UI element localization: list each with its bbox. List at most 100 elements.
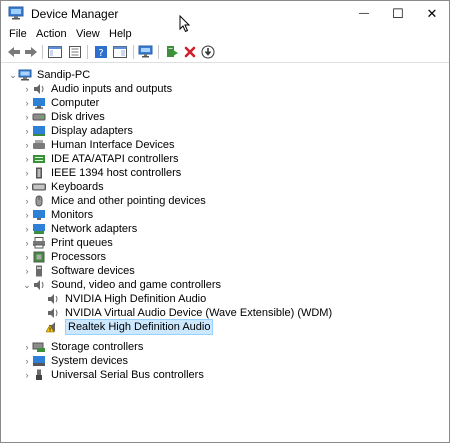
forward-button[interactable] (23, 44, 39, 60)
expand-chevron-icon[interactable]: › (22, 180, 32, 194)
tree-category-storage-controllers[interactable]: › Storage controllers (22, 340, 144, 354)
menu-bar: File Action View Help (1, 26, 449, 42)
tree-category-monitors[interactable]: › Monitors (22, 208, 94, 222)
expand-chevron-icon[interactable]: › (22, 138, 32, 152)
tree-category-keyboards[interactable]: › Keyboards (22, 180, 104, 194)
tree-category-sound-video-game[interactable]: ⌄ Sound, video and game controllers (22, 278, 221, 292)
mouse-icon (32, 195, 46, 207)
software-device-icon (32, 265, 46, 277)
tree-category-label: Disk drives (51, 111, 105, 123)
expand-chevron-icon[interactable]: › (22, 236, 32, 250)
tree-device-label: NVIDIA High Definition Audio (65, 293, 207, 305)
expand-chevron-icon[interactable]: › (22, 194, 32, 208)
expand-chevron-icon[interactable]: › (22, 110, 32, 124)
expand-chevron-icon[interactable]: › (22, 222, 32, 236)
maximize-button[interactable]: ☐ (381, 1, 415, 26)
expand-chevron-icon[interactable]: › (22, 152, 32, 166)
tree-category-usb-controllers[interactable]: › Universal Serial Bus controllers (22, 368, 204, 382)
expand-chevron-icon[interactable]: › (22, 354, 32, 368)
toolbar-separator (158, 45, 159, 59)
expand-chevron-icon[interactable]: › (22, 340, 32, 354)
disable-device-button[interactable] (200, 44, 216, 60)
minimize-button[interactable]: — (347, 1, 381, 26)
toolbar-separator (133, 45, 134, 59)
tree-category-label: Computer (51, 97, 100, 109)
tree-category-ieee-1394[interactable]: › IEEE 1394 host controllers (22, 166, 182, 180)
svg-text:?: ? (98, 48, 103, 59)
tree-device-nvidia-hd-audio[interactable]: NVIDIA High Definition Audio (46, 292, 206, 306)
tree-category-label: Human Interface Devices (51, 139, 175, 151)
expand-chevron-icon[interactable]: › (22, 250, 32, 264)
tree-category-label: Display adapters (51, 125, 133, 137)
usb-icon (32, 369, 46, 381)
action-pane-button[interactable] (112, 44, 128, 60)
ide-controller-icon (32, 153, 46, 165)
tree-category-network-adapters[interactable]: › Network adapters (22, 222, 138, 236)
maximize-icon: ☐ (392, 5, 404, 21)
update-driver-button[interactable] (164, 44, 180, 60)
expand-chevron-icon[interactable]: › (22, 166, 32, 180)
tree-category-processors[interactable]: › Processors (22, 250, 107, 264)
device-manager-window: Device Manager — ☐ ✕ File Action View He… (0, 0, 450, 443)
speaker-icon (32, 279, 46, 291)
uninstall-device-button[interactable] (182, 44, 198, 60)
tree-device-nvidia-virtual-audio[interactable]: NVIDIA Virtual Audio Device (Wave Extens… (46, 306, 332, 320)
network-adapter-icon (32, 223, 46, 235)
title-bar: Device Manager — ☐ ✕ (1, 1, 449, 33)
expand-chevron-icon[interactable]: › (22, 124, 32, 138)
storage-controller-icon (32, 341, 46, 353)
tree-category-human-interface-devices[interactable]: › Human Interface Devices (22, 138, 175, 152)
tree-category-mice[interactable]: › Mice and other pointing devices (22, 194, 206, 208)
back-button[interactable] (6, 44, 22, 60)
tree-category-print-queues[interactable]: › Print queues (22, 236, 113, 250)
tree-category-ide-ata-atapi[interactable]: › IDE ATA/ATAPI controllers (22, 152, 179, 166)
expand-chevron-icon[interactable]: › (22, 208, 32, 222)
printer-icon (32, 237, 46, 249)
tree-category-label: Audio inputs and outputs (51, 83, 173, 95)
back-arrow-icon (8, 47, 20, 57)
window-title: Device Manager (31, 7, 119, 21)
close-icon: ✕ (426, 5, 438, 21)
menu-help[interactable]: Help (109, 28, 132, 40)
expand-chevron-icon[interactable]: › (22, 96, 32, 110)
properties-button[interactable] (67, 44, 83, 60)
close-button[interactable]: ✕ (415, 1, 449, 26)
tree-device-realtek-hd-audio[interactable]: Realtek High Definition Audio (46, 319, 214, 335)
tree-category-label: IEEE 1394 host controllers (51, 167, 182, 179)
tree-category-label: Monitors (51, 209, 94, 221)
device-manager-app-icon (8, 6, 24, 20)
device-tree: ⌄ Sandip-PC › Audio inputs and outputs ›… (1, 63, 449, 442)
tree-category-display-adapters[interactable]: › Display adapters (22, 124, 133, 138)
menu-file[interactable]: File (9, 28, 27, 40)
warning-speaker-icon (46, 321, 60, 333)
expand-chevron-icon[interactable]: › (22, 264, 32, 278)
tree-category-audio-inputs-outputs[interactable]: › Audio inputs and outputs (22, 82, 173, 96)
keyboard-icon (32, 181, 46, 193)
collapse-chevron-icon[interactable]: ⌄ (22, 278, 32, 292)
disk-drive-icon (32, 111, 46, 123)
uninstall-icon (184, 46, 196, 58)
tree-category-disk-drives[interactable]: › Disk drives (22, 110, 105, 124)
tree-category-label: Network adapters (51, 223, 138, 235)
processor-icon (32, 251, 46, 263)
tree-category-system-devices[interactable]: › System devices (22, 354, 129, 368)
minimize-icon: — (359, 8, 369, 19)
collapse-chevron-icon[interactable]: ⌄ (8, 68, 18, 82)
update-driver-icon (167, 46, 178, 57)
properties-icon (69, 46, 81, 58)
scan-hardware-button[interactable] (138, 44, 154, 60)
show-hide-console-tree-button[interactable] (47, 44, 63, 60)
computer-icon (32, 97, 46, 109)
menu-action[interactable]: Action (36, 28, 67, 40)
menu-view[interactable]: View (76, 28, 100, 40)
expand-chevron-icon[interactable]: › (22, 82, 32, 96)
tree-root[interactable]: ⌄ Sandip-PC (8, 68, 90, 82)
help-button[interactable]: ? (93, 44, 109, 60)
system-device-icon (32, 355, 46, 367)
tree-category-computer[interactable]: › Computer (22, 96, 100, 110)
computer-icon (18, 69, 32, 81)
expand-chevron-icon[interactable]: › (22, 368, 32, 382)
tree-category-software-devices[interactable]: › Software devices (22, 264, 135, 278)
toolbar: ? (1, 42, 449, 63)
tree-category-label: Sound, video and game controllers (51, 279, 221, 291)
